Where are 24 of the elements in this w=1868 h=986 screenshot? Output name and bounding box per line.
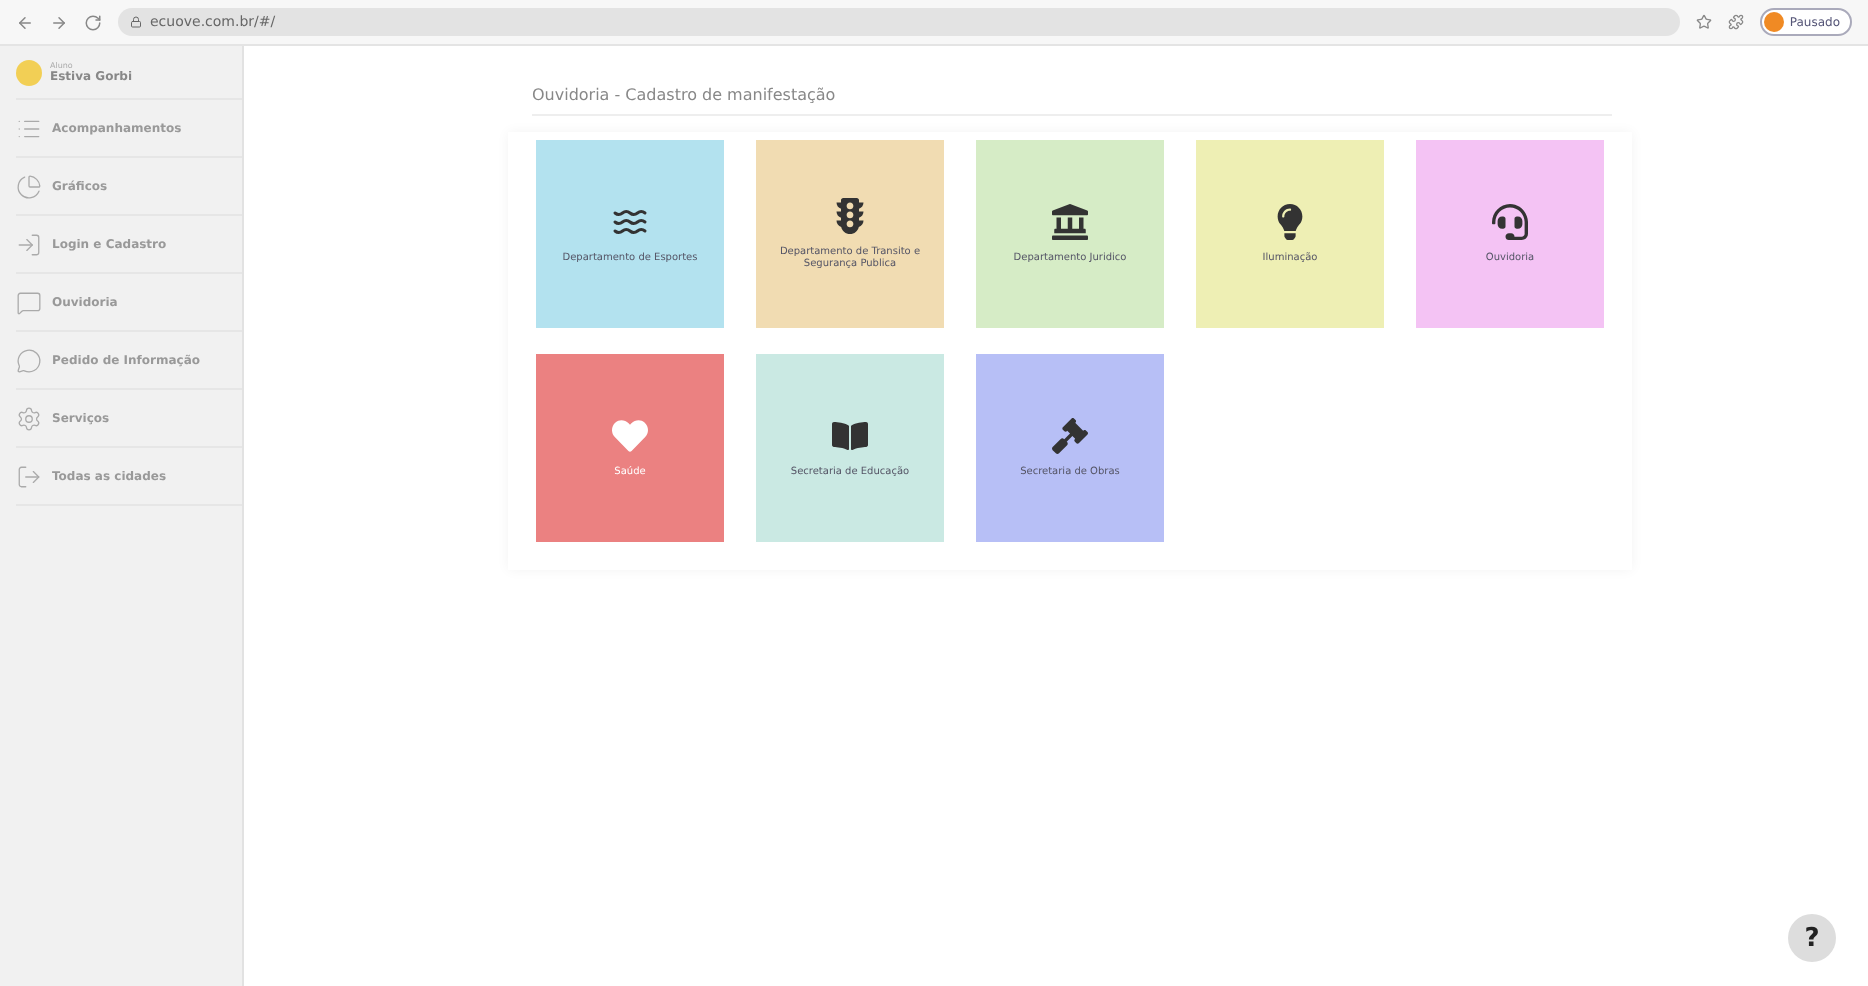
headset-icon — [1492, 204, 1528, 240]
forward-icon[interactable] — [50, 13, 68, 31]
traffic-light-icon — [832, 198, 868, 234]
page-title: Ouvidoria - Cadastro de manifestação — [532, 86, 1612, 116]
puzzle-icon[interactable] — [1727, 14, 1744, 30]
book-icon — [832, 418, 868, 454]
waves-icon — [612, 204, 648, 240]
star-icon[interactable] — [1695, 14, 1712, 30]
avatar-icon — [16, 59, 42, 85]
login-icon — [16, 231, 42, 257]
building-icon — [1052, 204, 1088, 240]
settings-icon — [16, 405, 42, 431]
heart-icon — [612, 418, 648, 454]
message-icon — [16, 289, 42, 315]
chat-bubble-icon — [16, 347, 42, 373]
reload-icon[interactable] — [84, 13, 102, 31]
pie-chart-icon — [16, 173, 42, 199]
lock-icon — [130, 16, 142, 28]
exit-icon — [16, 463, 42, 489]
back-icon[interactable] — [16, 13, 34, 31]
avatar-icon — [1763, 12, 1784, 32]
lamp-icon — [1272, 204, 1308, 240]
help-button[interactable]: ? — [1788, 914, 1836, 962]
gavel-icon — [1052, 418, 1088, 454]
